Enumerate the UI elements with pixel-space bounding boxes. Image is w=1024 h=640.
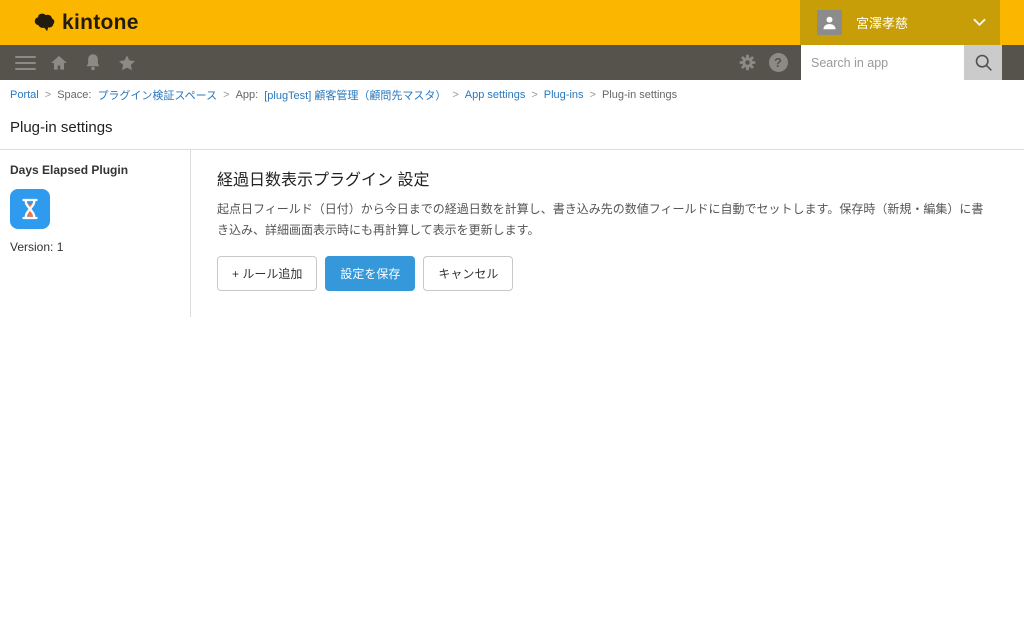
kintone-logo[interactable]: kintone	[0, 0, 139, 45]
breadcrumb-link-plugins[interactable]: Plug-ins	[544, 89, 584, 101]
notifications-bell-icon[interactable]	[76, 45, 110, 80]
breadcrumb-separator: >	[531, 89, 538, 101]
add-rule-button[interactable]: + ルール追加	[217, 256, 318, 291]
plugin-hourglass-icon	[10, 189, 50, 229]
breadcrumb-space-prefix: Space:	[57, 89, 92, 101]
toolbar-right-section: ?	[730, 45, 1024, 80]
chevron-down-icon	[973, 18, 986, 27]
breadcrumb-separator: >	[223, 89, 230, 101]
plugin-description: 起点日フィールド（日付）から今日までの経過日数を計算し、書き込み先の数値フィール…	[217, 202, 984, 237]
kintone-cloud-icon	[30, 11, 56, 35]
breadcrumb-separator: >	[589, 89, 596, 101]
breadcrumb: Portal > Space: プラグイン検証スペース > App: [plug…	[0, 80, 1024, 108]
breadcrumb-link-app[interactable]: [plugTest] 顧客管理（顧問先マスタ）	[264, 87, 446, 103]
search-button[interactable]	[964, 45, 1002, 80]
breadcrumb-link-app-settings[interactable]: App settings	[465, 89, 526, 101]
plugin-settings-heading: 経過日数表示プラグイン 設定	[217, 172, 430, 189]
help-icon[interactable]: ?	[764, 45, 792, 80]
user-name: 宮澤孝慈	[856, 16, 909, 31]
cancel-button[interactable]: キャンセル	[423, 256, 514, 291]
kintone-logo-text: kintone	[62, 10, 139, 34]
favorites-star-icon[interactable]	[110, 45, 144, 80]
plugin-name: Days Elapsed Plugin	[10, 163, 129, 177]
breadcrumb-link-portal[interactable]: Portal	[10, 89, 39, 101]
breadcrumb-separator: >	[44, 89, 52, 101]
plugin-settings-content: Days Elapsed Plugin Version: 1 経過日数表示プラグ…	[0, 149, 1024, 317]
action-buttons: + ルール追加 設定を保存 キャンセル	[217, 256, 990, 291]
toolbar-left-icons	[0, 45, 144, 80]
plugin-version: Version: 1	[10, 240, 64, 254]
breadcrumb-link-space[interactable]: プラグイン検証スペース	[97, 87, 217, 103]
menu-hamburger-icon[interactable]	[8, 45, 42, 80]
global-toolbar: ?	[0, 45, 1024, 80]
search-input[interactable]	[801, 45, 964, 80]
save-settings-button[interactable]: 設定を保存	[325, 256, 416, 291]
breadcrumb-current-page: Plug-in settings	[601, 89, 678, 101]
breadcrumb-separator: >	[452, 89, 459, 101]
user-avatar-icon	[817, 10, 842, 35]
search-icon	[973, 52, 994, 73]
brand-header: kintone 宮澤孝慈	[0, 0, 1024, 45]
breadcrumb-app-prefix: App:	[235, 89, 259, 101]
home-icon[interactable]	[42, 45, 76, 80]
user-menu[interactable]: 宮澤孝慈	[800, 0, 1000, 45]
plugin-settings-main: 経過日数表示プラグイン 設定 起点日フィールド（日付）から今日までの経過日数を計…	[190, 150, 1024, 317]
plugin-sidebar: Days Elapsed Plugin Version: 1	[0, 150, 190, 317]
app-search	[801, 45, 1002, 80]
page-title: Plug-in settings	[10, 119, 113, 136]
settings-gear-icon[interactable]	[730, 45, 764, 80]
